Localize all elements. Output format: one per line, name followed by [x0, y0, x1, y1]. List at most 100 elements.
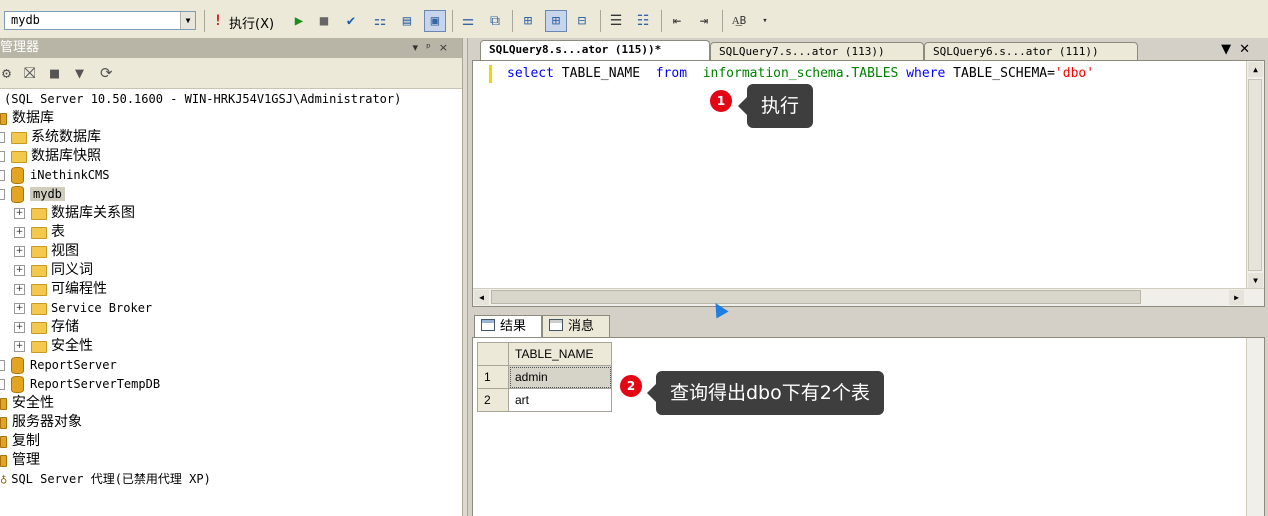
- row-number[interactable]: 1: [477, 365, 509, 389]
- filter-icon[interactable]: ▼: [75, 64, 84, 82]
- tab-results[interactable]: 结果: [474, 315, 542, 337]
- table-row[interactable]: 2 art: [477, 388, 612, 412]
- table-cell[interactable]: art: [508, 388, 612, 412]
- table-cell[interactable]: admin: [508, 365, 612, 389]
- results-text-icon[interactable]: ⊞: [518, 10, 538, 32]
- tree-item[interactable]: + 安全性: [14, 337, 93, 356]
- tree-item-mydb[interactable]: mydb: [0, 185, 65, 204]
- tree-item[interactable]: + 表: [14, 223, 65, 242]
- refresh-icon[interactable]: ⟳: [100, 64, 113, 82]
- tree-item[interactable]: + 同义词: [14, 261, 93, 280]
- tree-item[interactable]: ReportServerTempDB: [0, 375, 160, 394]
- save-icon[interactable]: ▣: [424, 10, 446, 32]
- expand-icon[interactable]: +: [14, 322, 25, 333]
- results-file-icon[interactable]: ⊟: [572, 10, 592, 32]
- tree-item[interactable]: 复制: [0, 432, 40, 451]
- results-grid-icon[interactable]: ⊞: [545, 10, 567, 32]
- tree-item-label: 可编程性: [51, 281, 107, 297]
- sql-condition: TABLE_SCHEMA=: [953, 66, 1055, 81]
- table-row[interactable]: 1 admin: [477, 365, 612, 389]
- dropdown-icon[interactable]: ▾: [413, 41, 427, 54]
- tree-item[interactable]: + Service Broker: [14, 299, 152, 318]
- expand-icon[interactable]: [0, 132, 5, 143]
- scroll-down-icon[interactable]: ▼: [1248, 273, 1263, 288]
- check-icon[interactable]: ✔: [341, 10, 361, 32]
- play-icon[interactable]: ▶: [289, 10, 309, 32]
- tab-sqlquery8[interactable]: SQLQuery8.s...ator (115))*: [480, 40, 710, 60]
- parse-icon[interactable]: ⚏: [370, 10, 390, 32]
- execute-button[interactable]: 执行(X): [229, 13, 274, 32]
- scroll-thumb[interactable]: [1248, 79, 1262, 271]
- server-node[interactable]: (SQL Server 10.50.1600 - WIN-HRKJ54V1GSJ…: [4, 90, 401, 109]
- results-grid[interactable]: TABLE_NAME 1 admin 2 art: [477, 342, 612, 412]
- disconnect-icon[interactable]: ⛝: [24, 64, 35, 82]
- scroll-right-icon[interactable]: ▶: [1229, 290, 1244, 305]
- uncomment-icon[interactable]: ☷: [633, 10, 653, 32]
- tree-item[interactable]: 数据库快照: [0, 147, 101, 166]
- scroll-left-icon[interactable]: ◀: [474, 290, 489, 305]
- row-number[interactable]: 2: [477, 388, 509, 412]
- sql-object: information_schema.TABLES: [702, 66, 899, 81]
- chevron-down-icon[interactable]: ▼: [180, 12, 195, 29]
- tree-item-label: 存储: [51, 319, 79, 335]
- tab-sqlquery7[interactable]: SQLQuery7.s...ator (113)): [710, 42, 924, 60]
- expand-icon[interactable]: +: [14, 341, 25, 352]
- tree-item[interactable]: 系统数据库: [0, 128, 101, 147]
- tree-item[interactable]: ♁ SQL Server 代理(已禁用代理 XP): [0, 470, 211, 489]
- column-header[interactable]: TABLE_NAME: [508, 342, 612, 366]
- corner-cell[interactable]: [477, 342, 509, 366]
- expand-icon[interactable]: +: [14, 227, 25, 238]
- exclamation-icon[interactable]: !: [208, 10, 228, 32]
- expand-icon[interactable]: [0, 360, 5, 371]
- spec-values-icon[interactable]: A͟B: [729, 10, 749, 32]
- expand-icon[interactable]: +: [14, 246, 25, 257]
- close-icon[interactable]: ×: [439, 41, 456, 54]
- indent-icon[interactable]: ⇥: [694, 10, 714, 32]
- tree-item[interactable]: 管理: [0, 451, 40, 470]
- tree-item[interactable]: 服务器对象: [0, 413, 82, 432]
- expand-icon[interactable]: [0, 170, 5, 181]
- expand-icon[interactable]: +: [14, 208, 25, 219]
- tree-item-label: 视图: [51, 243, 79, 259]
- tree-item[interactable]: + 存储: [14, 318, 79, 337]
- tree-item[interactable]: 数据库: [0, 109, 54, 128]
- database-select[interactable]: mydb ▼: [4, 11, 196, 30]
- expand-icon[interactable]: [0, 379, 5, 390]
- tab-messages[interactable]: 消息: [542, 315, 610, 337]
- results-vertical-scrollbar[interactable]: [1246, 338, 1264, 516]
- close-icon[interactable]: ✕: [1239, 42, 1258, 57]
- comment-icon[interactable]: ☰: [606, 10, 626, 32]
- expand-icon[interactable]: [0, 151, 5, 162]
- tab-sqlquery6[interactable]: SQLQuery6.s...ator (111)): [924, 42, 1138, 60]
- tree-item[interactable]: 安全性: [0, 394, 54, 413]
- editor-vertical-scrollbar[interactable]: ▲ ▼: [1246, 61, 1264, 289]
- stop-icon[interactable]: ■: [50, 64, 59, 82]
- include-plan-icon[interactable]: ⚌: [458, 10, 478, 32]
- outdent-icon[interactable]: ⇤: [667, 10, 687, 32]
- collapse-icon[interactable]: [0, 189, 5, 200]
- scroll-up-icon[interactable]: ▲: [1248, 62, 1263, 77]
- tree-item[interactable]: + 视图: [14, 242, 79, 261]
- folder-icon: [31, 283, 47, 296]
- tree-item[interactable]: ReportServer: [0, 356, 117, 375]
- connect-icon[interactable]: ⚙: [2, 64, 11, 82]
- stop-icon[interactable]: ■: [314, 10, 334, 32]
- client-stats-icon[interactable]: ⧉: [485, 10, 505, 32]
- tree-item[interactable]: iNethinkCMS: [0, 166, 109, 185]
- sql-line[interactable]: select TABLE_NAME from information_schem…: [507, 65, 1094, 83]
- tree-item-label: ReportServer: [30, 358, 117, 372]
- editor-horizontal-scrollbar[interactable]: ◀ ▶: [473, 288, 1264, 306]
- pin-icon[interactable]: ᵖ: [426, 41, 439, 54]
- tab-list-icon[interactable]: ▼: [1221, 42, 1239, 57]
- display-plan-icon[interactable]: ▤: [397, 10, 417, 32]
- database-icon: [11, 186, 24, 203]
- query-editor[interactable]: select TABLE_NAME from information_schem…: [472, 60, 1265, 307]
- tree-item[interactable]: + 数据库关系图: [14, 204, 135, 223]
- toolbar-separator: [512, 10, 513, 32]
- expand-icon[interactable]: +: [14, 303, 25, 314]
- expand-icon[interactable]: +: [14, 265, 25, 276]
- scroll-thumb[interactable]: [491, 290, 1141, 304]
- expand-icon[interactable]: +: [14, 284, 25, 295]
- tree-item[interactable]: + 可编程性: [14, 280, 107, 299]
- toolbar-overflow-icon[interactable]: ▾: [755, 10, 775, 32]
